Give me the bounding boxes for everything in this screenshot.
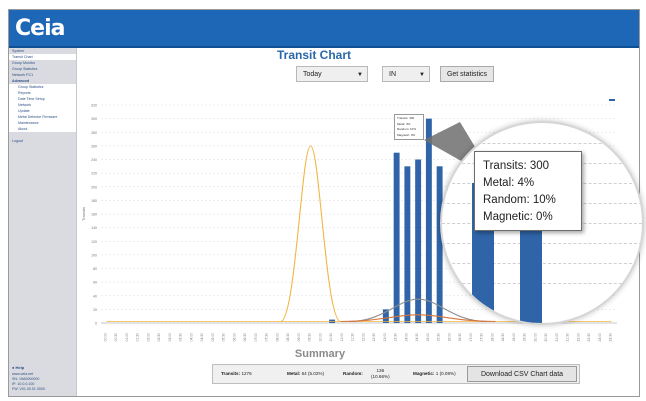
x-tick-label: 21:00	[555, 333, 559, 342]
period-select[interactable]: Today ▼	[296, 66, 368, 82]
x-tick-label: 19:30	[523, 333, 527, 342]
top-bar: Ceia	[9, 10, 639, 48]
x-tick-label: 19:00	[512, 333, 516, 342]
overlay-curve	[280, 145, 342, 323]
x-tick-label: 04:30	[200, 333, 204, 342]
x-tick-label: 04:00	[189, 333, 193, 342]
y-tick-label: 60	[93, 281, 97, 285]
y-tick-label: 200	[91, 185, 97, 189]
x-tick-label: 17:30	[480, 333, 484, 342]
sidebar-item[interactable]: Logout	[9, 138, 76, 144]
y-tick-label: 220	[91, 172, 97, 176]
chevron-down-icon: ▼	[357, 72, 363, 78]
x-tick-label: 11:00	[340, 333, 344, 341]
y-tick-label: 100	[91, 253, 97, 257]
download-csv-button[interactable]: Download CSV Chart data	[467, 366, 577, 382]
y-axis-label: Transits	[81, 207, 86, 221]
transit-bar	[404, 166, 411, 323]
device-info: www.ceia.net SN: 19A0000000 IP: 10.0.0.1…	[12, 372, 45, 391]
x-tick-label: 05:00	[211, 333, 215, 342]
help-link[interactable]: ● Help	[12, 365, 24, 370]
x-tick-label: 12:30	[372, 333, 376, 342]
summary-title: Summary	[294, 348, 346, 360]
x-tick-label: 06:00	[232, 333, 236, 342]
grid-line	[442, 143, 642, 144]
summary-bar: Transits: 1276 Metal: 64 (5.02%) Random:…	[212, 364, 580, 384]
zoomed-bar	[520, 218, 542, 323]
y-tick-label: 80	[93, 267, 97, 271]
x-tick-label: 22:00	[576, 333, 580, 342]
x-tick-label: 02:30	[157, 333, 161, 342]
x-tick-label: 14:00	[404, 333, 408, 342]
x-tick-label: 12:00	[361, 333, 365, 342]
transit-bar	[425, 118, 432, 323]
y-tick-label: 180	[91, 199, 97, 203]
controls-row: Today ▼ IN ▼ Get statistics	[0, 66, 630, 84]
x-tick-label: 18:00	[490, 333, 494, 342]
y-tick-label: 260	[91, 144, 97, 148]
x-tick-label: 10:30	[329, 333, 333, 342]
x-tick-label: 18:30	[501, 333, 505, 342]
y-tick-label: 40	[93, 294, 97, 298]
x-tick-label: 08:30	[286, 333, 290, 342]
summary-random: Random:	[343, 371, 363, 376]
chevron-down-icon: ▼	[419, 72, 425, 78]
ceia-logo[interactable]: Ceia	[15, 16, 65, 41]
x-tick-label: 00:30	[114, 333, 118, 342]
summary-metal: Metal: 64 (5.02%)	[287, 371, 325, 376]
legend-marker	[609, 99, 615, 101]
x-tick-label: 17:00	[469, 333, 473, 342]
y-tick-label: 140	[91, 226, 97, 230]
x-tick-label: 03:30	[179, 333, 183, 342]
x-tick-label: 20:30	[544, 333, 548, 342]
x-tick-label: 21:30	[566, 333, 570, 342]
page-title: Transit Chart	[276, 48, 351, 62]
x-tick-label: 02:00	[146, 333, 150, 342]
y-tick-label: 320	[91, 104, 97, 108]
x-tick-label: 08:00	[275, 333, 279, 342]
y-tick-label: 20	[93, 308, 97, 312]
x-tick-label: 09:00	[297, 333, 301, 342]
summary-magnetic: Magnetic: 1 (0.08%)	[413, 371, 456, 376]
y-tick-label: 280	[91, 131, 97, 135]
x-tick-label: 16:00	[447, 333, 451, 342]
summary-transits: Transits: 1276	[221, 371, 252, 376]
y-tick-label: 120	[91, 240, 97, 244]
x-tick-label: 09:30	[308, 333, 312, 342]
x-tick-label: 15:30	[437, 333, 441, 342]
sidebar: System Transit Chart Group Monitor Group St…	[9, 48, 77, 396]
x-tick-label: 10:00	[318, 333, 322, 342]
x-tick-label: 01:00	[125, 333, 129, 342]
y-tick-label: 300	[91, 117, 97, 121]
sidebar-menu: System Transit Chart Group Monitor Group St…	[9, 48, 76, 144]
y-tick-label: 160	[91, 213, 97, 217]
y-tick-label: 0	[95, 322, 97, 326]
x-tick-label: 15:00	[426, 333, 430, 342]
direction-select[interactable]: IN ▼	[382, 66, 430, 82]
x-tick-label: 05:30	[222, 333, 226, 342]
x-tick-label: 01:30	[136, 333, 140, 342]
x-tick-label: 13:00	[383, 333, 387, 342]
transit-bar	[393, 152, 400, 323]
x-tick-label: 22:30	[587, 333, 591, 342]
chart-tooltip-small: Transits: 300 Metal: 4% Random: 10% Magn…	[394, 114, 424, 140]
x-tick-label: 07:00	[254, 333, 258, 342]
x-tick-label: 13:30	[394, 333, 398, 342]
x-tick-label: 03:00	[168, 333, 172, 342]
chart-tooltip-large: Transits: 300 Metal: 4% Random: 10% Magn…	[474, 151, 582, 231]
x-tick-label: 16:30	[458, 333, 462, 342]
x-tick-label: 00:00	[103, 333, 107, 342]
transit-bar	[415, 159, 422, 323]
y-tick-label: 240	[91, 158, 97, 162]
x-tick-label: 20:00	[533, 333, 537, 342]
x-tick-label: 06:30	[243, 333, 247, 342]
summary-random-value: 136 (10.66%)	[371, 368, 390, 379]
x-tick-label: 14:30	[415, 333, 419, 342]
x-tick-label: 11:30	[351, 333, 355, 341]
x-tick-label: 23:30	[609, 333, 613, 342]
help-icon: ●	[12, 365, 15, 370]
x-tick-label: 23:00	[598, 333, 602, 342]
get-statistics-button[interactable]: Get statistics	[440, 66, 494, 82]
x-tick-label: 07:30	[265, 333, 269, 342]
